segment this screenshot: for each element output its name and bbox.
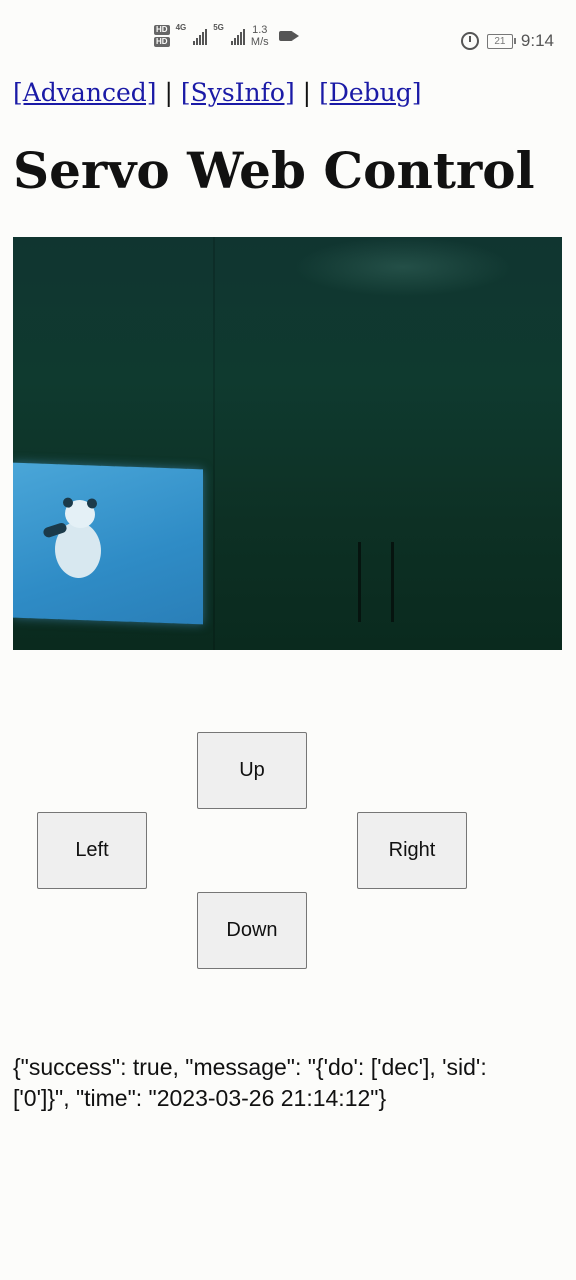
right-button[interactable]: Right	[357, 812, 467, 889]
panda-figure	[42, 497, 113, 581]
debug-link[interactable]: [Debug]	[319, 78, 421, 107]
video-camera-icon	[278, 31, 299, 41]
camera-feed	[13, 237, 562, 650]
nav-links: [Advanced] | [SysInfo] | [Debug]	[13, 76, 422, 110]
status-bar-right: 21 9:14	[460, 31, 554, 51]
alarm-icon	[460, 32, 479, 50]
link-separator: |	[302, 78, 312, 107]
sysinfo-link[interactable]: [SysInfo]	[181, 78, 295, 107]
status-bar: HD HD 4G 5G 1.3 M/s 21 9:14	[0, 0, 576, 64]
hd-icon: HD	[154, 37, 170, 47]
speed-unit: M/s	[250, 36, 269, 48]
status-time: 9:14	[520, 31, 554, 50]
signal-icon	[230, 27, 245, 45]
network-speed: 1.3 M/s	[251, 24, 269, 48]
advanced-link[interactable]: [Advanced]	[13, 78, 157, 107]
network-type-1: 4G	[175, 23, 187, 32]
down-button[interactable]: Down	[197, 892, 307, 969]
stand-silhouette	[358, 542, 394, 622]
ceiling-light	[293, 237, 513, 297]
link-separator: |	[164, 78, 173, 107]
up-button[interactable]: Up	[197, 732, 307, 809]
speed-value: 1.3	[252, 24, 268, 36]
network-type-2: 5G	[213, 23, 224, 32]
status-bar-left: HD HD 4G 5G 1.3 M/s	[154, 23, 299, 48]
panda-ear	[87, 498, 97, 509]
projection-screen	[13, 462, 203, 625]
signal-icon	[193, 27, 208, 45]
panda-ear	[63, 497, 73, 508]
hd-icon: HD	[154, 25, 170, 35]
wall-corner	[213, 237, 215, 650]
response-output: {"success": true, "message": "{'do': ['d…	[13, 1054, 487, 1111]
hd-indicator: HD HD	[154, 25, 170, 47]
battery-icon: 21	[486, 33, 516, 49]
page-title: Servo Web Control	[13, 141, 535, 200]
left-button[interactable]: Left	[37, 812, 147, 889]
